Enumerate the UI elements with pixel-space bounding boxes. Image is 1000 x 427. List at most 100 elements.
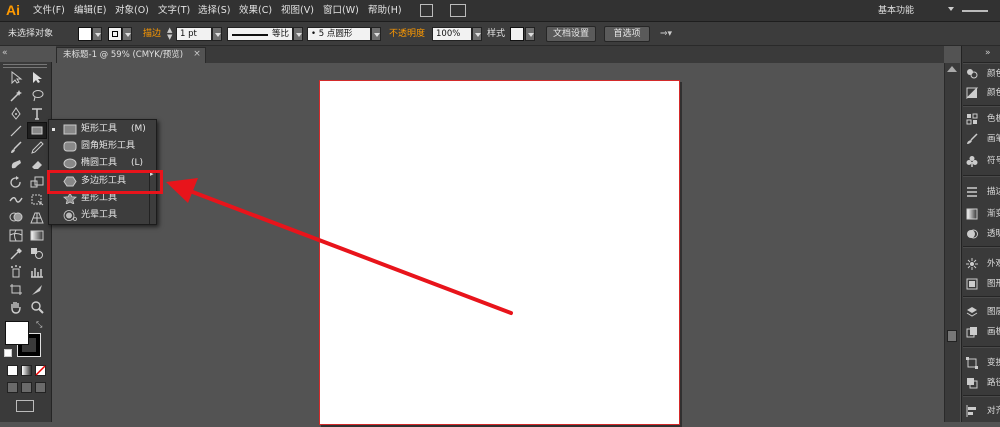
- scroll-up-icon[interactable]: [947, 66, 957, 72]
- panel-stroke[interactable]: 描边: [966, 184, 1000, 200]
- preferences-button[interactable]: 首选项: [604, 26, 650, 42]
- menu-effect[interactable]: 效果(C): [239, 3, 272, 19]
- stroke-weight-input[interactable]: 1 pt: [176, 27, 212, 41]
- artboard[interactable]: [319, 80, 680, 425]
- graphic-style-dropdown[interactable]: [525, 27, 535, 41]
- panel-grip[interactable]: [3, 64, 47, 68]
- menu-edit[interactable]: 编辑(E): [74, 3, 106, 19]
- shape-builder-tool-icon[interactable]: [7, 210, 25, 225]
- graphic-style-swatch[interactable]: [510, 27, 524, 41]
- stroke-profile-dropdown[interactable]: [293, 27, 303, 41]
- panel-layers[interactable]: 图层: [966, 304, 1000, 320]
- rotate-tool-icon[interactable]: [7, 175, 25, 190]
- color-mode-icon[interactable]: [7, 365, 18, 376]
- opacity-label[interactable]: 不透明度: [389, 27, 425, 41]
- perspective-grid-tool-icon[interactable]: [28, 210, 46, 225]
- stroke-profile-select[interactable]: 等比: [227, 27, 293, 41]
- stroke-dropdown[interactable]: [122, 27, 132, 41]
- collapse-panel-icon[interactable]: «: [2, 46, 14, 60]
- blend-tool-icon[interactable]: [28, 246, 46, 261]
- panel-graphic-styles[interactable]: 图形样式: [966, 276, 1000, 292]
- draw-normal-icon[interactable]: [7, 382, 18, 393]
- fill-color-swatch[interactable]: [78, 27, 92, 41]
- default-colors-icon[interactable]: [4, 349, 12, 357]
- panel-gradient[interactable]: 渐变: [966, 206, 1000, 222]
- panel-swatches[interactable]: 色板: [966, 111, 1000, 127]
- panel-color[interactable]: 颜色: [966, 66, 1000, 82]
- symbol-sprayer-tool-icon[interactable]: [7, 264, 25, 279]
- direct-selection-tool-icon[interactable]: [28, 70, 46, 85]
- close-icon[interactable]: ×: [192, 49, 202, 59]
- flyout-item-rectangle[interactable]: 矩形工具 (M): [49, 121, 149, 138]
- scroll-thumb[interactable]: [947, 330, 957, 342]
- magic-wand-tool-icon[interactable]: [7, 88, 25, 103]
- menu-object[interactable]: 对象(O): [115, 3, 149, 19]
- panel-align[interactable]: 对齐: [966, 403, 1000, 419]
- panel-transparency[interactable]: 透明度: [966, 226, 1000, 242]
- panel-color-guide[interactable]: 颜色参考: [966, 85, 1000, 101]
- panel-brushes[interactable]: 画笔: [966, 131, 1000, 147]
- panel-artboards[interactable]: 画板: [966, 324, 1000, 340]
- eraser-tool-icon[interactable]: [28, 157, 46, 172]
- gradient-tool-icon[interactable]: [28, 228, 46, 243]
- bridge-icon[interactable]: [420, 4, 433, 17]
- menu-select[interactable]: 选择(S): [198, 3, 230, 19]
- pencil-tool-icon[interactable]: [28, 140, 46, 155]
- menu-window[interactable]: 窗口(W): [323, 3, 359, 19]
- flyout-item-rounded-rectangle[interactable]: 圆角矩形工具: [49, 138, 149, 155]
- workspace-switcher[interactable]: 基本功能: [878, 3, 948, 19]
- artboard-tool-icon[interactable]: [7, 282, 25, 297]
- brush-select[interactable]: • 5 点圆形: [307, 27, 371, 41]
- panel-menu-icon[interactable]: ⇒▾: [660, 28, 680, 40]
- free-transform-tool-icon[interactable]: [28, 192, 46, 207]
- checkmark-icon: [52, 128, 55, 131]
- rectangle-tool-icon[interactable]: [27, 122, 47, 139]
- stroke-weight-dropdown[interactable]: [212, 27, 222, 41]
- swap-colors-icon[interactable]: ⤡: [36, 321, 44, 329]
- brush-dropdown[interactable]: [371, 27, 381, 41]
- document-setup-button[interactable]: 文档设置: [546, 26, 596, 42]
- menu-file[interactable]: 文件(F): [33, 3, 65, 19]
- hand-tool-icon[interactable]: [7, 300, 25, 315]
- type-tool-icon[interactable]: [28, 106, 46, 121]
- blob-brush-tool-icon[interactable]: [7, 157, 25, 172]
- draw-behind-icon[interactable]: [21, 382, 32, 393]
- selection-tool-icon[interactable]: [7, 70, 25, 85]
- menu-help[interactable]: 帮助(H): [368, 3, 402, 19]
- fill-color-box-front[interactable]: [5, 321, 29, 345]
- slice-tool-icon[interactable]: [28, 282, 46, 297]
- column-graph-tool-icon[interactable]: [28, 264, 46, 279]
- stroke-label[interactable]: 描边: [143, 27, 161, 41]
- mesh-tool-icon[interactable]: [7, 228, 25, 243]
- stroke-color-swatch[interactable]: [108, 27, 122, 41]
- panel-pathfinder[interactable]: 路径查找器: [966, 375, 1000, 391]
- menu-type[interactable]: 文字(T): [158, 3, 190, 19]
- paintbrush-tool-icon[interactable]: [7, 140, 25, 155]
- stroke-stepper-icon[interactable]: ▲ ▼: [167, 27, 175, 41]
- width-tool-icon[interactable]: [7, 192, 25, 207]
- minimize-icon[interactable]: [962, 2, 988, 12]
- zoom-tool-icon[interactable]: [28, 300, 46, 315]
- screen-mode-icon[interactable]: [16, 400, 34, 412]
- panel-symbols[interactable]: 符号: [966, 153, 1000, 169]
- arrange-documents-icon[interactable]: [450, 4, 466, 17]
- none-mode-icon[interactable]: [35, 365, 46, 376]
- menu-view[interactable]: 视图(V): [281, 3, 314, 19]
- vertical-scrollbar[interactable]: [944, 63, 960, 422]
- chevron-down-icon[interactable]: [948, 7, 954, 11]
- line-segment-tool-icon[interactable]: [7, 123, 25, 138]
- fill-dropdown[interactable]: [92, 27, 102, 41]
- lasso-tool-icon[interactable]: [28, 88, 46, 103]
- opacity-dropdown[interactable]: [472, 27, 482, 41]
- panel-transform[interactable]: 变换: [966, 355, 1000, 371]
- flyout-item-flare[interactable]: 光晕工具: [49, 207, 149, 224]
- expand-panels-icon[interactable]: »: [985, 46, 997, 60]
- opacity-input[interactable]: 100%: [432, 27, 472, 41]
- gradient-mode-icon[interactable]: [21, 365, 32, 376]
- draw-inside-icon[interactable]: [35, 382, 46, 393]
- pen-tool-icon[interactable]: [7, 106, 25, 121]
- scale-tool-icon[interactable]: [28, 175, 46, 190]
- eyedropper-tool-icon[interactable]: [7, 246, 25, 261]
- panel-appearance[interactable]: 外观: [966, 256, 1000, 272]
- document-tab[interactable]: 未标题-1 @ 59% (CMYK/预览): [56, 47, 206, 63]
